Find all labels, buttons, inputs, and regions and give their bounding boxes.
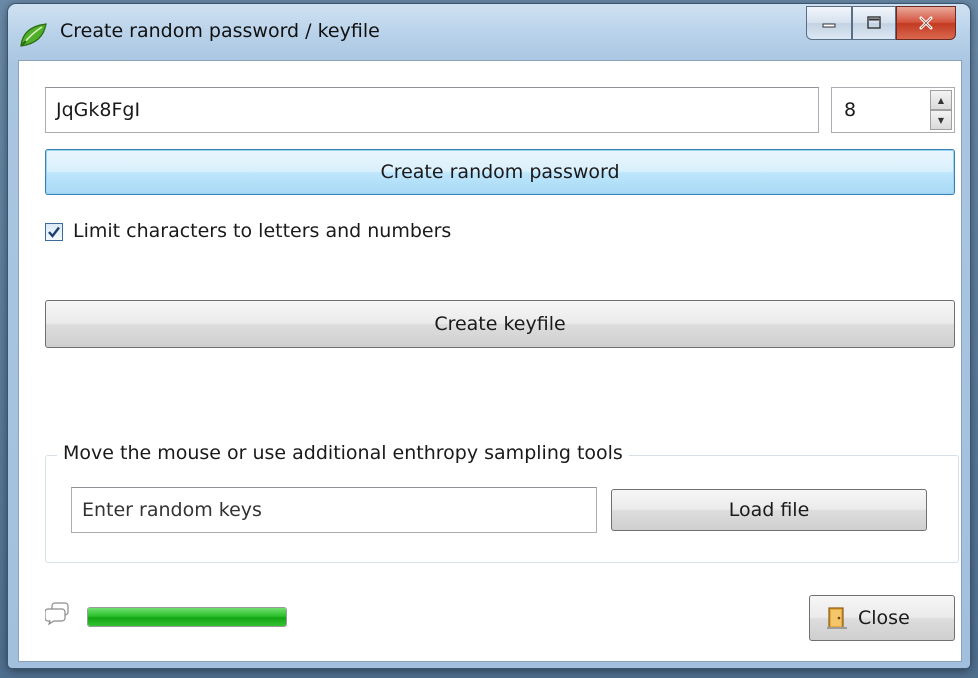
create-password-button[interactable]: Create random password [45, 149, 955, 195]
random-keys-placeholder: Enter random keys [82, 499, 262, 521]
speech-bubble-icon [45, 602, 69, 625]
spin-down-button[interactable]: ▼ [930, 110, 952, 130]
close-window-button[interactable] [896, 6, 956, 40]
entropy-progress-bar [87, 607, 287, 627]
password-length-spinner[interactable]: 8 ▲ ▼ [831, 87, 955, 133]
window-title: Create random password / keyfile [60, 20, 380, 42]
maximize-button[interactable] [852, 6, 896, 40]
minimize-icon [822, 23, 836, 28]
limit-chars-checkbox[interactable] [45, 223, 63, 241]
load-file-button[interactable]: Load file [611, 489, 927, 531]
dialog-window: Create random password / keyfile JqGk8Fg… [8, 4, 970, 668]
password-output-field[interactable]: JqGk8FgI [45, 87, 819, 133]
title-bar[interactable]: Create random password / keyfile [8, 4, 970, 60]
password-length-value: 8 [844, 99, 857, 121]
spin-up-button[interactable]: ▲ [930, 90, 952, 110]
door-exit-icon [827, 607, 847, 629]
close-button[interactable]: Close [809, 595, 955, 641]
dialog-client-area: JqGk8FgI 8 ▲ ▼ Create random password Li… [18, 60, 962, 662]
app-icon [20, 23, 47, 47]
checkmark-icon [48, 226, 60, 238]
arrow-down-icon: ▼ [937, 115, 945, 125]
create-keyfile-button[interactable]: Create keyfile [45, 300, 955, 348]
limit-chars-label[interactable]: Limit characters to letters and numbers [73, 220, 451, 242]
random-keys-input[interactable]: Enter random keys [71, 487, 597, 533]
arrow-up-icon: ▲ [937, 95, 945, 105]
progress-fill [88, 608, 286, 626]
maximize-icon [867, 16, 881, 29]
password-value: JqGk8FgI [56, 99, 141, 121]
spinner-arrows: ▲ ▼ [930, 90, 952, 130]
minimize-button[interactable] [806, 6, 852, 40]
window-controls [806, 6, 956, 42]
entropy-group-title: Move the mouse or use additional enthrop… [57, 442, 629, 464]
close-x-icon [919, 16, 933, 30]
close-button-label: Close [858, 607, 910, 629]
